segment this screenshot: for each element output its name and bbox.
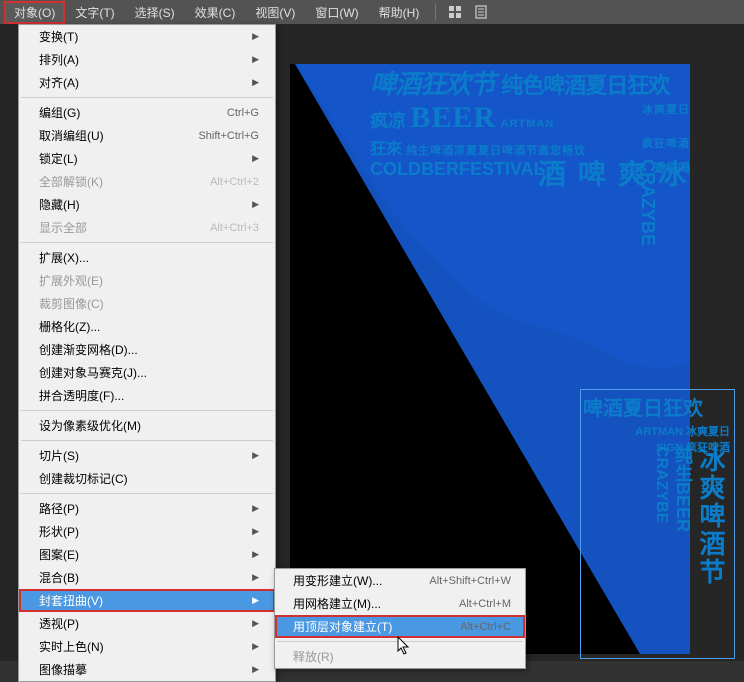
divider xyxy=(435,4,436,20)
menu-item[interactable]: 图案(E)▶ xyxy=(19,543,275,566)
menu-item[interactable]: 切片(S)▶ xyxy=(19,444,275,467)
menu-item[interactable]: 封套扭曲(V)▶ xyxy=(19,589,275,612)
menu-item[interactable]: 形状(P)▶ xyxy=(19,520,275,543)
menu-item[interactable]: 混合(B)▶ xyxy=(19,566,275,589)
menu-item[interactable]: 对齐(A)▶ xyxy=(19,71,275,94)
object-menu-dropdown: 变换(T)▶排列(A)▶对齐(A)▶ 编组(G)Ctrl+G取消编组(U)Shif… xyxy=(18,24,276,682)
menu-item[interactable]: 锁定(L)▶ xyxy=(19,147,275,170)
menu-item[interactable]: 栅格化(Z)... xyxy=(19,315,275,338)
menu-effect[interactable]: 效果(C) xyxy=(185,1,246,24)
menu-type[interactable]: 文字(T) xyxy=(65,1,124,24)
menu-help[interactable]: 帮助(H) xyxy=(369,1,430,24)
artwork-text: 啤酒狂欢节 纯色啤酒夏日狂欢 疯凉 BEER ARTMAN 冰爽夏日 狂來 纯生… xyxy=(370,64,690,180)
menu-item[interactable]: 设为像素级优化(M) xyxy=(19,414,275,437)
menu-item[interactable]: 扩展(X)... xyxy=(19,246,275,269)
menu-item[interactable]: 创建对象马赛克(J)... xyxy=(19,361,275,384)
menu-item: 扩展外观(E) xyxy=(19,269,275,292)
menu-object[interactable]: 对象(O) xyxy=(4,1,65,24)
menu-select[interactable]: 选择(S) xyxy=(125,1,185,24)
selection-box[interactable]: 啤酒夏日狂欢 ARTMAN 冰爽夏日 SIGN 疯狂啤酒 冰爽啤酒节 纯生BEE… xyxy=(580,389,735,659)
submenu-item[interactable]: 用顶层对象建立(T)Alt+Ctrl+C xyxy=(275,615,525,638)
menu-item[interactable]: 透视(P)▶ xyxy=(19,612,275,635)
menu-window[interactable]: 窗口(W) xyxy=(305,1,368,24)
menu-item[interactable]: 隐藏(H)▶ xyxy=(19,193,275,216)
menubar: 对象(O) 文字(T) 选择(S) 效果(C) 视图(V) 窗口(W) 帮助(H… xyxy=(0,0,744,24)
menu-item[interactable]: 拼合透明度(F)... xyxy=(19,384,275,407)
menu-item[interactable]: 变换(T)▶ xyxy=(19,25,275,48)
doc-icon[interactable] xyxy=(471,4,491,20)
grid-icon[interactable] xyxy=(445,4,465,20)
cursor-icon xyxy=(396,636,412,661)
menu-item[interactable]: 图像描摹▶ xyxy=(19,658,275,681)
menu-item[interactable]: 排列(A)▶ xyxy=(19,48,275,71)
menu-item[interactable]: 路径(P)▶ xyxy=(19,497,275,520)
menu-item[interactable]: 创建渐变网格(D)... xyxy=(19,338,275,361)
menu-item: 显示全部Alt+Ctrl+3 xyxy=(19,216,275,239)
menu-view[interactable]: 视图(V) xyxy=(245,1,305,24)
menu-item[interactable]: 编组(G)Ctrl+G xyxy=(19,101,275,124)
menu-item: 全部解锁(K)Alt+Ctrl+2 xyxy=(19,170,275,193)
submenu-item[interactable]: 用网格建立(M)...Alt+Ctrl+M xyxy=(275,592,525,615)
menu-item[interactable]: 取消编组(U)Shift+Ctrl+G xyxy=(19,124,275,147)
menu-item: 裁剪图像(C) xyxy=(19,292,275,315)
menu-item[interactable]: 实时上色(N)▶ xyxy=(19,635,275,658)
menu-item[interactable]: 创建裁切标记(C) xyxy=(19,467,275,490)
submenu-item[interactable]: 用变形建立(W)...Alt+Shift+Ctrl+W xyxy=(275,569,525,592)
